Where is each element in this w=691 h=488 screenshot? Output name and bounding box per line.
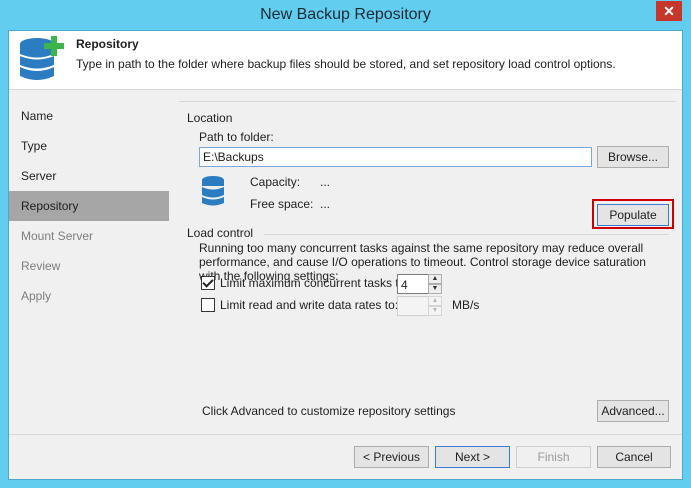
advanced-button[interactable]: Advanced... (597, 400, 669, 422)
database-icon (202, 176, 224, 206)
step-server[interactable]: Server (9, 161, 169, 191)
step-repository[interactable]: Repository (9, 191, 169, 221)
limit-rate-label: Limit read and write data rates to: (220, 298, 399, 312)
limit-rate-input (397, 296, 429, 316)
load-control-divider (264, 234, 669, 235)
load-control-section-label: Load control (187, 226, 254, 240)
free-space-label: Free space: (250, 197, 314, 211)
database-add-icon (19, 36, 64, 80)
cancel-button[interactable]: Cancel (597, 446, 671, 468)
footer-divider (9, 434, 682, 435)
capacity-value: ... (320, 175, 331, 189)
limit-tasks-input[interactable]: 4 (397, 274, 429, 294)
window-title: New Backup Repository (260, 6, 431, 23)
limit-tasks-label: Limit maximum concurrent tasks to: (220, 276, 409, 290)
next-button[interactable]: Next > (435, 446, 510, 468)
limit-tasks-stepper[interactable]: ▲ ▼ (428, 274, 442, 294)
step-review: Review (21, 259, 61, 273)
wizard-steps: Name Type Server Repository Mount Server… (9, 101, 169, 311)
path-label: Path to folder: (199, 130, 274, 144)
wizard-header: Repository Type in path to the folder wh… (9, 31, 682, 90)
dialog-client: Repository Type in path to the folder wh… (8, 30, 683, 480)
limit-rate-checkbox[interactable] (201, 298, 215, 312)
close-icon: ✕ (663, 3, 675, 19)
step-type[interactable]: Type (9, 131, 169, 161)
spin-down-icon: ▼ (428, 306, 442, 316)
title-bar[interactable]: New Backup Repository ✕ (0, 0, 691, 30)
path-input[interactable]: E:\Backups (199, 147, 592, 167)
step-name[interactable]: Name (9, 101, 169, 131)
free-space-value: ... (320, 197, 331, 211)
limit-tasks-checkbox[interactable] (201, 276, 215, 290)
finish-button: Finish (516, 446, 591, 468)
step-apply: Apply (21, 289, 52, 303)
dialog-window: New Backup Repository ✕ Repository Type … (0, 0, 691, 488)
step-mount-server: Mount Server (21, 229, 94, 243)
previous-button[interactable]: < Previous (354, 446, 429, 468)
close-button[interactable]: ✕ (656, 1, 682, 21)
page-description: Type in path to the folder where backup … (76, 57, 616, 71)
limit-rate-unit: MB/s (452, 298, 480, 312)
populate-button[interactable]: Populate (597, 204, 669, 226)
location-section-label: Location (187, 111, 233, 125)
capacity-label: Capacity: (250, 175, 301, 189)
main-panel: Location Path to folder: E:\Backups Brow… (179, 101, 676, 432)
spin-up-icon[interactable]: ▲ (428, 274, 442, 284)
limit-rate-stepper: ▲ ▼ (428, 296, 442, 316)
advanced-hint: Click Advanced to customize repository s… (202, 404, 456, 418)
browse-button[interactable]: Browse... (597, 146, 669, 168)
spin-down-icon[interactable]: ▼ (428, 284, 442, 294)
spin-up-icon: ▲ (428, 296, 442, 306)
page-title: Repository (76, 37, 139, 51)
